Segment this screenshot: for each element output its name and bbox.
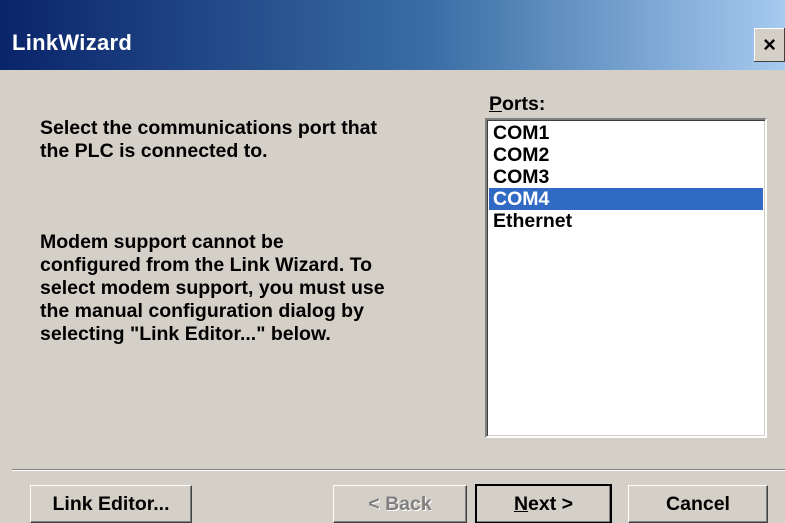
- button-separator: [12, 469, 785, 471]
- window-left-edge: [0, 70, 12, 517]
- next-button-label: ext >: [528, 492, 574, 515]
- port-item-com2[interactable]: COM2: [489, 144, 763, 166]
- select-port-instructions: Select the communications port that the …: [40, 117, 377, 162]
- next-button-accelerator: N: [513, 492, 529, 515]
- link-editor-button-label: Link Editor...: [52, 492, 170, 515]
- cancel-button[interactable]: Cancel: [628, 485, 768, 523]
- cancel-button-label: Cancel: [666, 492, 730, 515]
- close-icon: ×: [763, 32, 776, 57]
- port-item-com4[interactable]: COM4: [489, 188, 763, 210]
- ports-label-text: orts:: [502, 93, 546, 115]
- close-button[interactable]: ×: [754, 28, 785, 62]
- ports-label-accelerator: P: [489, 93, 503, 115]
- window-title: LinkWizard: [12, 30, 133, 55]
- ports-listbox[interactable]: COM1 COM2 COM3 COM4 Ethernet: [485, 118, 767, 438]
- back-button[interactable]: < Back: [333, 485, 467, 523]
- link-editor-button[interactable]: Link Editor...: [30, 485, 192, 523]
- port-item-com3[interactable]: COM3: [489, 166, 763, 188]
- port-item-com1[interactable]: COM1: [489, 122, 763, 144]
- ports-label: Ports:: [489, 93, 545, 116]
- modem-support-note: Modem support cannot be configured from …: [40, 231, 385, 345]
- title-bar: LinkWizard ×: [0, 0, 785, 70]
- back-button-label: < Back: [368, 492, 432, 515]
- next-button[interactable]: Next >: [475, 484, 612, 523]
- port-item-ethernet[interactable]: Ethernet: [489, 210, 763, 232]
